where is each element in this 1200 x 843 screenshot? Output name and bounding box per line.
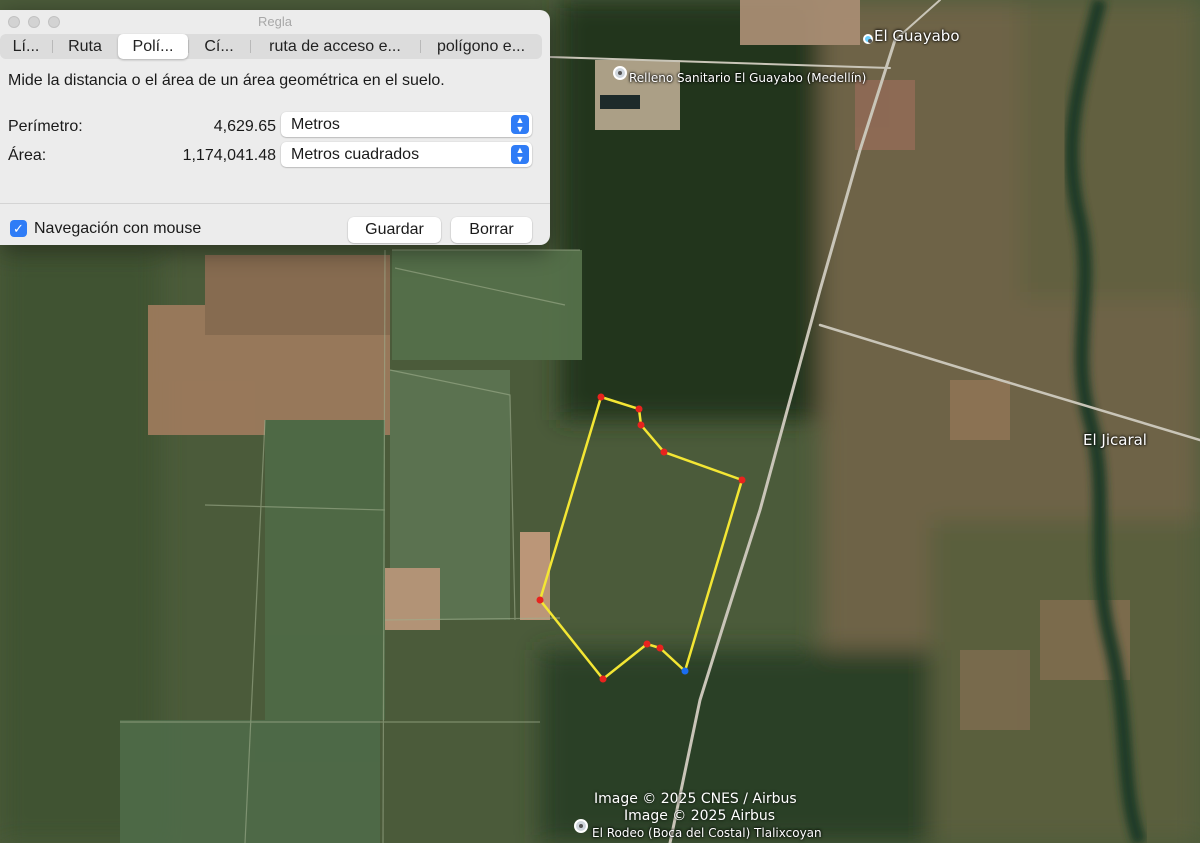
select-arrows-icon: ▲ ▼ bbox=[511, 145, 529, 164]
imagery-attribution-cnes: Image © 2025 CNES / Airbus bbox=[594, 791, 797, 807]
place-label-el-guayabo[interactable]: El Guayabo bbox=[874, 27, 960, 45]
place-label-el-rodeo[interactable]: El Rodeo (Boca del Costal) Tlalixcoyan bbox=[592, 826, 822, 840]
place-label-relleno-sanitario[interactable]: Relleno Sanitario El Guayabo (Medellín) bbox=[629, 71, 866, 85]
area-unit-value: Metros cuadrados bbox=[291, 146, 420, 163]
active-polygon-vertex[interactable] bbox=[681, 667, 689, 675]
ruler-dialog[interactable]: Regla Lí... Ruta Polí... Cí... ruta de a… bbox=[0, 10, 550, 245]
checkmark-icon: ✓ bbox=[13, 221, 24, 236]
place-label-el-jicaral[interactable]: El Jicaral bbox=[1083, 431, 1147, 449]
perimeter-unit-select[interactable]: Metros ▲ ▼ bbox=[281, 112, 532, 137]
perimeter-value: 4,629.65 bbox=[213, 118, 276, 135]
save-button[interactable]: Guardar bbox=[348, 217, 441, 243]
mouse-navigation-checkbox[interactable]: ✓ bbox=[10, 220, 27, 237]
area-unit-select[interactable]: Metros cuadrados ▲ ▼ bbox=[281, 142, 532, 167]
select-arrows-icon: ▲ ▼ bbox=[511, 115, 529, 134]
ruler-titlebar[interactable]: Regla bbox=[0, 10, 550, 34]
tab-3d-path[interactable]: ruta de acceso e... bbox=[250, 34, 420, 59]
polygon-vertex[interactable] bbox=[637, 421, 645, 429]
polygon-vertex[interactable] bbox=[656, 644, 664, 652]
polygon-vertex[interactable] bbox=[599, 675, 607, 683]
perimeter-label: Perímetro: bbox=[8, 118, 83, 135]
polygon-vertex[interactable] bbox=[597, 393, 605, 401]
polygon-vertex[interactable] bbox=[643, 640, 651, 648]
section-divider bbox=[0, 203, 550, 204]
tab-3d-polygon[interactable]: polígono e... bbox=[420, 34, 542, 59]
perimeter-unit-value: Metros bbox=[291, 116, 340, 133]
clear-button[interactable]: Borrar bbox=[451, 217, 532, 243]
location-pin-icon[interactable] bbox=[863, 34, 873, 44]
town-pin-icon[interactable] bbox=[574, 819, 588, 833]
polygon-vertex[interactable] bbox=[660, 448, 668, 456]
tab-polygon[interactable]: Polí... bbox=[118, 34, 188, 59]
polygon-vertex[interactable] bbox=[738, 476, 746, 484]
tab-line[interactable]: Lí... bbox=[0, 34, 52, 59]
tab-path[interactable]: Ruta bbox=[52, 34, 118, 59]
polygon-vertex[interactable] bbox=[635, 405, 643, 413]
landfill-pin-icon[interactable] bbox=[613, 66, 627, 80]
ruler-title: Regla bbox=[258, 14, 292, 29]
ruler-description: Mide la distancia o el área de un área g… bbox=[8, 72, 445, 89]
ruler-tab-bar: Lí... Ruta Polí... Cí... ruta de acceso … bbox=[0, 34, 542, 59]
area-label: Área: bbox=[8, 147, 47, 164]
polygon-vertex[interactable] bbox=[536, 596, 544, 604]
mouse-navigation-label: Navegación con mouse bbox=[34, 220, 202, 237]
tab-circle[interactable]: Cí... bbox=[188, 34, 250, 59]
area-value: 1,174,041.48 bbox=[182, 147, 276, 164]
imagery-attribution-airbus: Image © 2025 Airbus bbox=[624, 808, 776, 824]
